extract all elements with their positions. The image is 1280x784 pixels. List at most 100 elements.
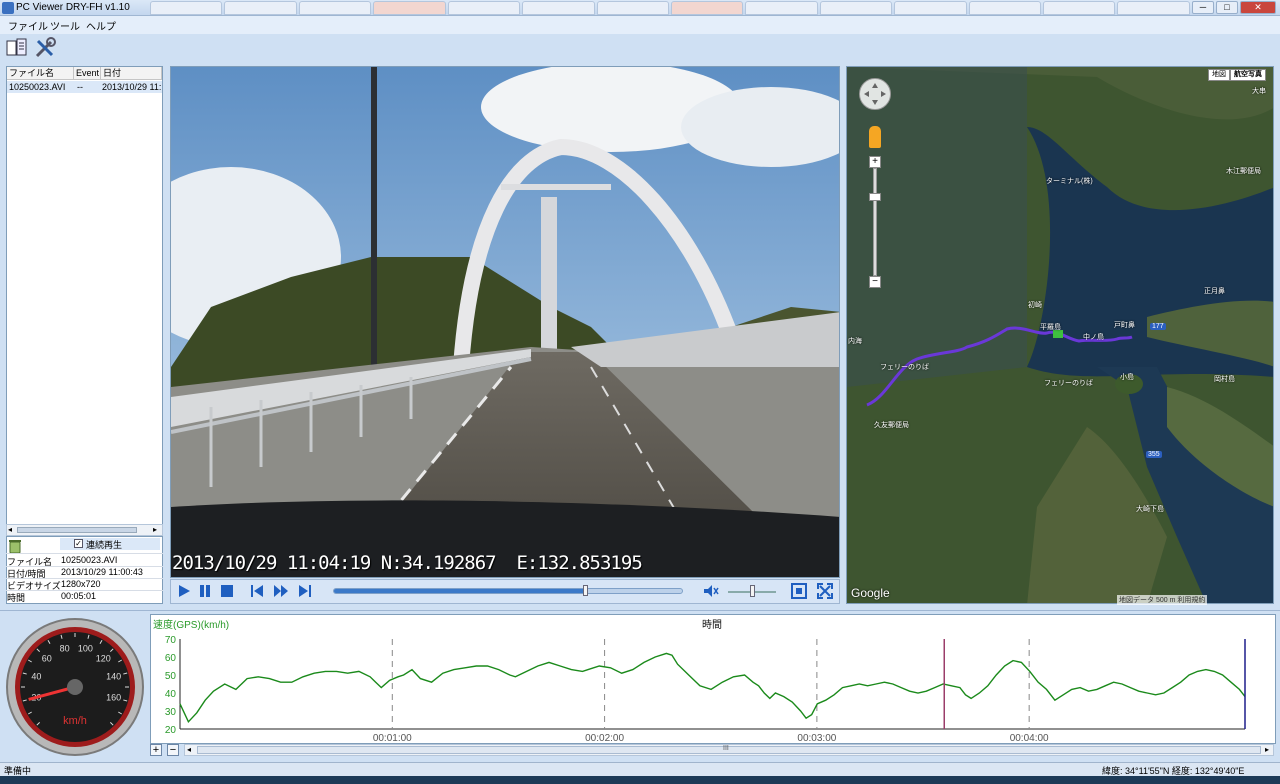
map-label: ターミナル(株) [1046, 178, 1093, 185]
graph-scroll-thumb[interactable] [197, 746, 1261, 754]
speedometer-tick-label: 40 [31, 672, 41, 682]
map-label: 内海 [848, 338, 862, 345]
file-date-cell: 2013/10/29 11: [102, 82, 162, 92]
speed-series-line [179, 652, 1246, 724]
map-label: フェリーのりば [1044, 380, 1093, 387]
seek-thumb[interactable] [582, 585, 588, 596]
info-value: 00:05:01 [61, 591, 97, 601]
map-label: 久友郵便局 [874, 422, 909, 429]
speedometer-tick-label: 80 [60, 643, 70, 653]
route-badge: 355 [1146, 451, 1162, 458]
toolbar [0, 34, 1280, 62]
maximize-button[interactable]: □ [1216, 1, 1238, 14]
info-value: 10250023.AVI [61, 555, 118, 565]
graph-zoom-out-button[interactable]: − [167, 744, 179, 756]
y-tick-label: 30 [165, 707, 177, 718]
column-header-date[interactable]: 日付 [101, 67, 162, 80]
menu-help[interactable]: ヘルプ [86, 18, 116, 33]
mute-speaker-icon[interactable] [702, 582, 720, 600]
snapshot-fit-icon[interactable] [790, 582, 808, 600]
map-label: 小島 [1120, 374, 1134, 381]
map-label: 初崎 [1028, 302, 1042, 309]
y-tick-label: 50 [165, 671, 177, 682]
speedometer-tick-label: 60 [42, 654, 52, 664]
route-badge: 177 [1150, 323, 1166, 330]
speedometer-tick-label: 120 [96, 654, 111, 664]
pan-arrows-icon [864, 83, 886, 105]
previous-file-icon[interactable] [248, 582, 266, 600]
file-list-icon[interactable] [6, 38, 28, 58]
pause-button[interactable] [196, 582, 214, 600]
scroll-right-icon[interactable]: ▸ [1265, 745, 1269, 754]
menu-tools[interactable]: ツール [50, 18, 80, 33]
graph-x-title: 時間 [702, 619, 722, 631]
speedometer-tick-label: 100 [78, 643, 93, 653]
scroll-left-icon[interactable]: ◂ [187, 745, 191, 754]
scroll-right-icon[interactable]: ▸ [153, 525, 157, 534]
file-event-cell: -- [77, 82, 83, 92]
close-button[interactable]: ✕ [1240, 1, 1276, 14]
stop-button[interactable] [218, 582, 236, 600]
map-zoom-slider[interactable] [873, 168, 877, 276]
map-label: 大串 [1252, 88, 1266, 95]
map-label: 正月鼻 [1204, 288, 1225, 295]
map-pan-control[interactable] [859, 78, 891, 110]
map-label: 戸町鼻 [1114, 322, 1135, 329]
graph-zoom-in-button[interactable]: + [150, 744, 162, 756]
map-label: 中ノ鳥 [1083, 334, 1104, 341]
graph-y-title: 速度(GPS)(km/h) [153, 618, 229, 631]
file-list-scrollbar[interactable]: ◂ ▸ [6, 524, 163, 536]
y-tick-label: 40 [165, 689, 177, 700]
minimize-button[interactable]: ─ [1192, 1, 1214, 14]
play-button[interactable] [175, 582, 193, 600]
video-timestamp-overlay: 2013/10/29 11:04:19 N:34.192867 E:132.85… [172, 552, 643, 574]
settings-tools-icon[interactable] [34, 37, 56, 59]
graph-scroll-row: + − ◂ III ▸ [150, 744, 1276, 757]
recycle-bin-icon[interactable] [7, 538, 23, 554]
menu-file[interactable]: ファイル [8, 18, 48, 33]
map-label: 岡村島 [1214, 376, 1235, 383]
speedometer-tick-label: 160 [106, 692, 121, 702]
status-bar: 準備中 緯度: 34°11'55"N 経度: 132°49'40"E [0, 762, 1280, 776]
street-view-pegman-icon[interactable] [869, 126, 881, 148]
video-frame[interactable] [170, 66, 840, 578]
speedometer-tick-label: 140 [106, 672, 121, 682]
volume-thumb[interactable] [750, 585, 755, 597]
info-value: 2013/10/29 11:00:43 [61, 567, 143, 577]
column-header-event[interactable]: Event [74, 67, 101, 80]
x-tick-label: 00:01:00 [373, 733, 412, 743]
y-tick-label: 60 [165, 653, 177, 664]
map-view[interactable] [846, 66, 1274, 604]
speedometer-unit: km/h [63, 715, 87, 727]
os-taskbar [0, 776, 1280, 784]
fullscreen-icon[interactable] [816, 582, 834, 600]
map-label: 大崎下島 [1136, 506, 1164, 513]
seek-progress [334, 589, 585, 593]
x-tick-label: 00:02:00 [585, 733, 624, 743]
next-file-icon[interactable] [296, 582, 314, 600]
continuous-play-checkbox[interactable]: ✓ [74, 539, 83, 548]
info-value: 1280x720 [61, 579, 101, 589]
window-title: PC Viewer DRY-FH v1.10 [16, 2, 130, 13]
x-tick-label: 00:04:00 [1010, 733, 1049, 743]
speed-graph[interactable]: 速度(GPS)(km/h) 時間 70 60 50 40 30 20 00:01:00 00… [150, 614, 1276, 744]
column-header-filename[interactable]: ファイル名 [7, 67, 74, 80]
map-type-map-button[interactable]: 地図 [1208, 69, 1230, 81]
fast-forward-icon[interactable] [272, 582, 290, 600]
info-label: 時間 [7, 593, 26, 603]
y-tick-label: 20 [165, 725, 177, 736]
map-type-satellite-button[interactable]: 航空写真 [1230, 69, 1266, 81]
background-window-strip [150, 1, 1190, 15]
window-controls: ─ □ ✕ [1192, 1, 1276, 14]
menu-bar: ファイル ツール ヘルプ [0, 16, 1280, 34]
map-zoom-in-button[interactable]: + [869, 156, 881, 168]
map-zoom-thumb[interactable] [869, 193, 881, 201]
map-attribution: 地図データ 500 m 利用規約 [1117, 595, 1208, 605]
scroll-grip: III [723, 745, 729, 752]
app-icon [2, 2, 14, 14]
scroll-thumb[interactable] [17, 527, 137, 533]
map-zoom-out-button[interactable]: − [869, 276, 881, 288]
graph-scrollbar[interactable]: ◂ III ▸ [184, 744, 1274, 756]
file-name-cell: 10250023.AVI [9, 82, 66, 92]
scroll-left-icon[interactable]: ◂ [8, 525, 12, 534]
